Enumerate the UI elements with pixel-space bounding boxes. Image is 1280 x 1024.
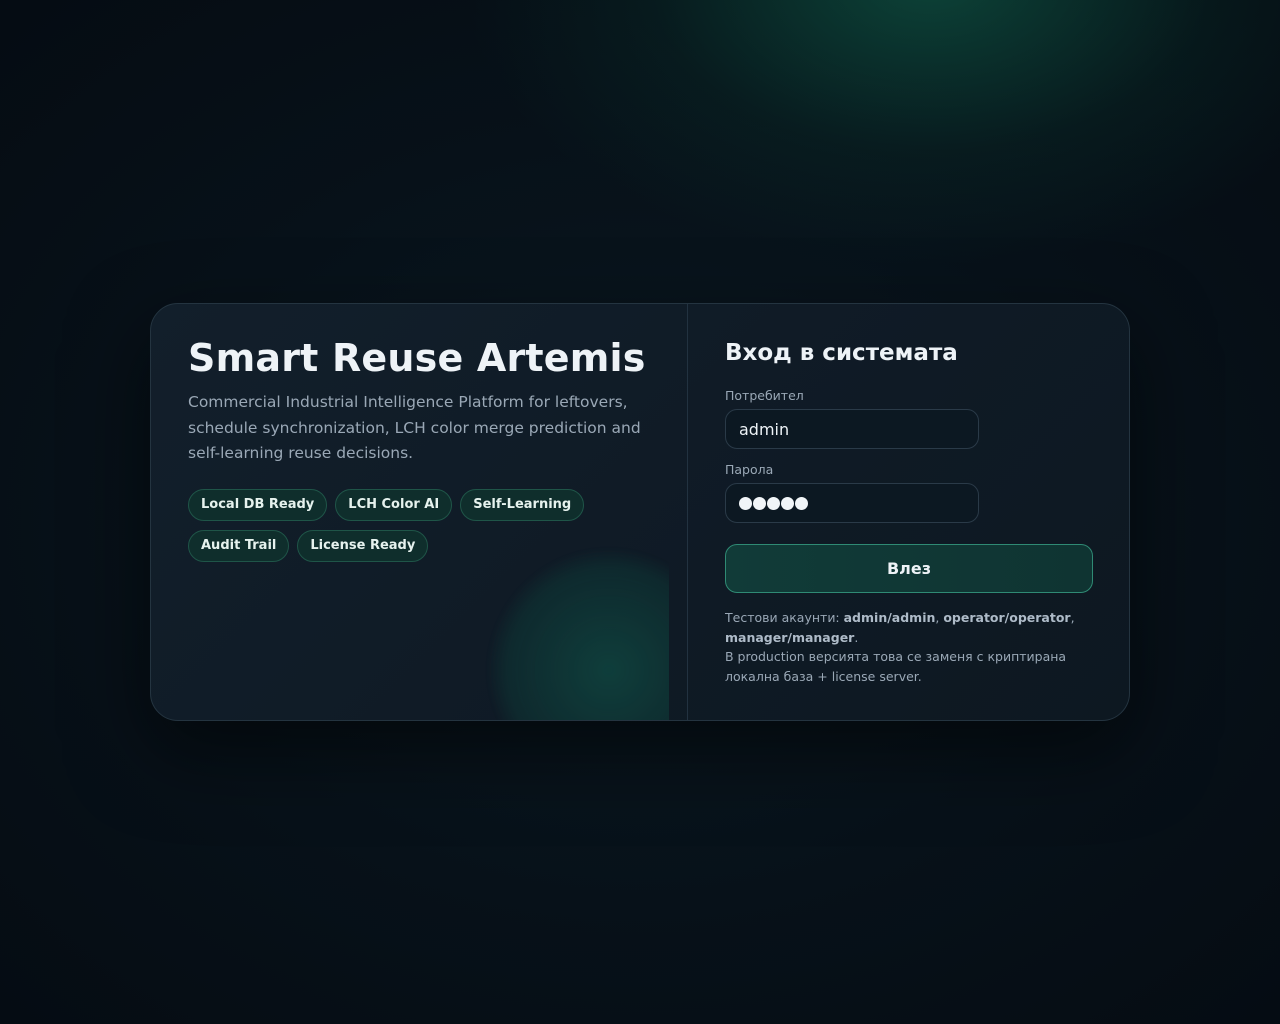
- login-card: Smart Reuse Artemis Commercial Industria…: [150, 303, 1130, 721]
- note-prefix: Тестови акаунти:: [725, 610, 844, 625]
- password-mask-dot: [767, 496, 780, 510]
- login-button[interactable]: Влез: [725, 544, 1093, 593]
- login-title: Вход в системата: [725, 340, 958, 366]
- feature-chip-audit-trail: Audit Trail: [188, 530, 290, 562]
- password-mask-dot: [795, 496, 808, 510]
- note-account-manager: manager/manager: [725, 629, 855, 645]
- feature-chip-local-db: Local DB Ready: [188, 489, 328, 521]
- note-account-operator: operator/operator: [943, 610, 1071, 625]
- glow-orb: [489, 550, 669, 720]
- login-panel: Вход в системата Потребител Парола Влез …: [688, 304, 1129, 720]
- password-input[interactable]: [725, 483, 979, 523]
- note-end: .: [854, 629, 859, 645]
- brand-title: Smart Reuse Artemis: [188, 336, 646, 380]
- password-label: Парола: [725, 462, 774, 477]
- feature-chip-self-learning: Self-Learning: [460, 489, 585, 521]
- password-mask-dot: [739, 496, 752, 510]
- test-accounts-note: Тестови акаунти: admin/admin, operator/o…: [725, 608, 1075, 686]
- brand-panel: Smart Reuse Artemis Commercial Industria…: [151, 304, 688, 720]
- feature-chips: Local DB Ready LCH Color AI Self-Learnin…: [188, 489, 588, 562]
- feature-chip-lch-color: LCH Color AI: [335, 489, 453, 521]
- username-input[interactable]: [725, 409, 979, 449]
- brand-description: Commercial Industrial Intelligence Platf…: [188, 393, 641, 462]
- password-mask-dot: [781, 496, 794, 510]
- note-production: В production версията това се заменя с к…: [725, 649, 1067, 684]
- feature-chip-license: License Ready: [297, 530, 429, 562]
- note-separator: ,: [1070, 610, 1075, 625]
- note-account-admin: admin/admin: [843, 610, 936, 625]
- password-mask-dot: [753, 496, 766, 510]
- username-label: Потребител: [725, 388, 804, 403]
